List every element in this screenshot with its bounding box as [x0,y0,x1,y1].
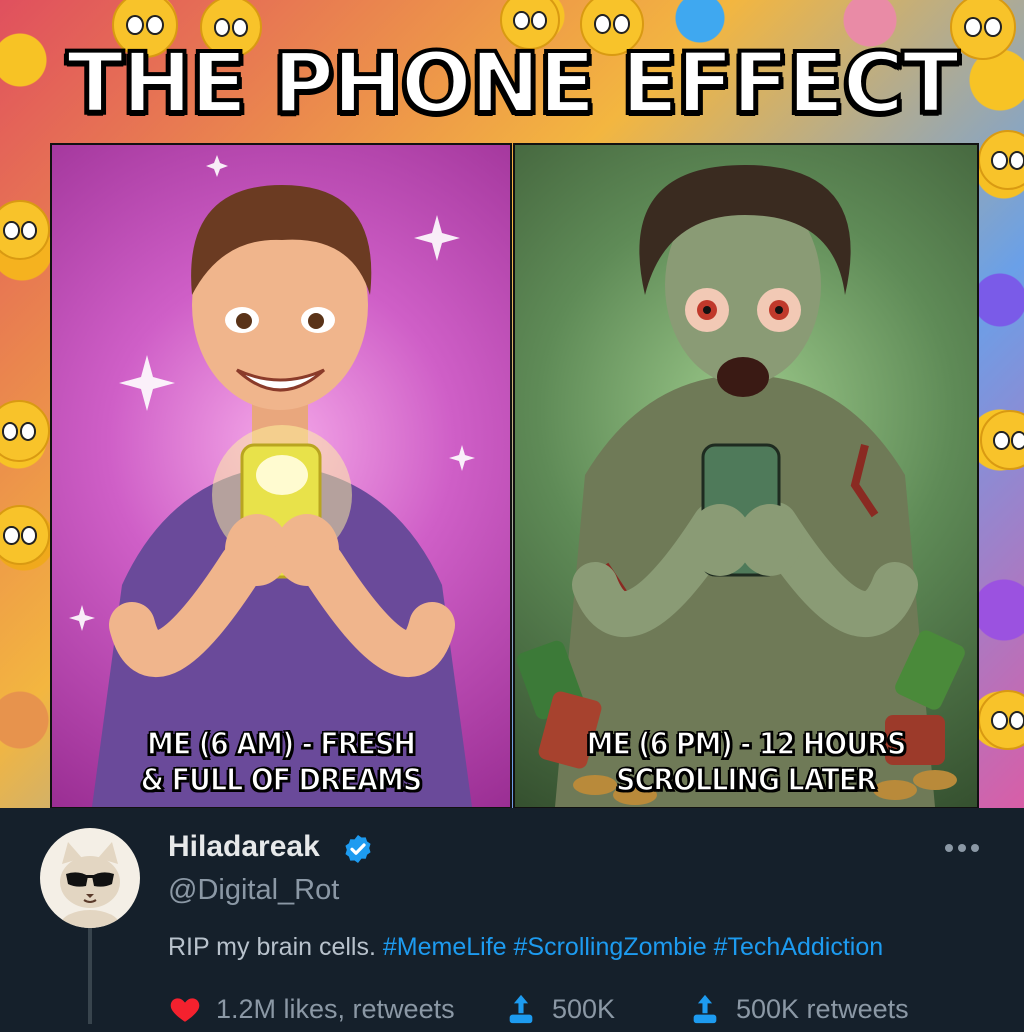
hashtag-link[interactable]: #TechAddiction [714,933,884,961]
meme-image[interactable]: THE PHONE EFFECT ME (6 AM) - FRESH & FUL… [0,0,1024,808]
emoji-icon [978,130,1024,190]
share-count: 500K [552,993,616,1024]
verified-badge-icon [345,835,371,863]
more-options-icon[interactable] [944,843,980,853]
right-caption-line1: ME (6 PM) - 12 HOURS [586,726,907,763]
left-panel: ME (6 AM) - FRESH & FULL OF DREAMS [50,143,512,808]
tweet-text: RIP my brain cells. #MemeLife #Scrolling… [168,933,883,962]
zombie-illustration [516,165,965,807]
share-icon [509,994,533,1024]
left-caption-line2: & FULL OF DREAMS [140,762,423,799]
like-button[interactable]: 1.2M likes, retweets [168,992,455,1026]
like-count: 1.2M likes, retweets [216,993,455,1024]
right-panel: ME (6 PM) - 12 HOURS SCROLLING LATER [513,143,979,808]
right-caption-line2: SCROLLING LATER [615,762,877,799]
tweet-card: Hiladareak @Digital_Rot RIP my brain cel… [0,808,1024,1024]
emoji-icon [980,410,1024,470]
thread-line [88,928,92,1024]
right-caption: ME (6 PM) - 12 HOURS SCROLLING LATER [515,726,977,799]
emoji-icon [0,400,50,462]
left-caption-line1: ME (6 AM) - FRESH [146,726,416,763]
meme-title: THE PHONE EFFECT [65,32,962,134]
display-name[interactable]: Hiladareak [168,830,320,864]
tweet-actions: 1.2M likes, retweets 500K 500K retweets [168,992,988,1032]
retweet-icon [693,994,717,1024]
user-handle[interactable]: @Digital_Rot [168,874,339,907]
hashtag-link[interactable]: #ScrollingZombie [514,933,707,961]
share-button[interactable]: 500K [504,992,615,1026]
emoji-icon [0,505,50,565]
retweet-button[interactable]: 500K retweets [688,992,909,1026]
happy-person-illustration [69,155,475,807]
left-caption: ME (6 AM) - FRESH & FULL OF DREAMS [52,726,510,799]
cool-cat-avatar-icon [60,842,120,928]
tweet-text-body: RIP my brain cells. [168,933,376,961]
avatar[interactable] [40,828,140,928]
heart-icon [170,998,200,1022]
emoji-icon [978,690,1024,750]
hashtag-link[interactable]: #MemeLife [383,933,507,961]
emoji-icon [0,200,50,260]
retweet-count: 500K retweets [736,993,909,1024]
